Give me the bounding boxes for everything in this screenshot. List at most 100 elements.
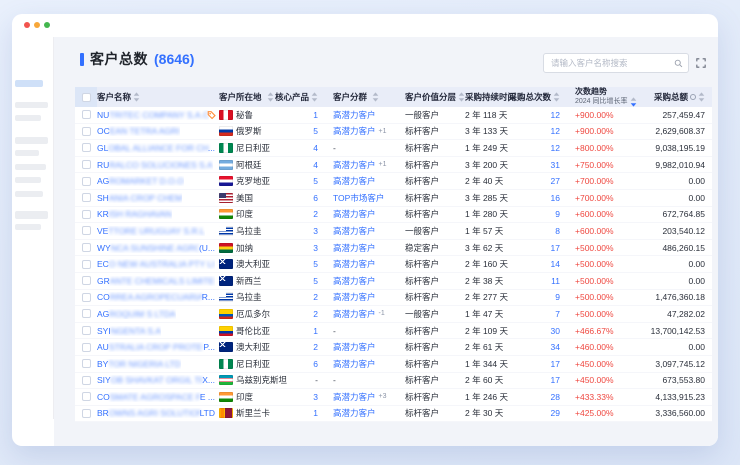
row-checkbox[interactable] (82, 243, 91, 252)
purchase-count-link[interactable]: 16 (551, 193, 560, 203)
sort-icon[interactable] (630, 97, 637, 107)
segment-link[interactable]: 高潜力客户 (333, 125, 376, 137)
row-checkbox[interactable] (82, 193, 91, 202)
core-products-link[interactable]: 3 (313, 392, 318, 402)
row-checkbox[interactable] (82, 260, 91, 269)
core-products-link[interactable]: 5 (313, 259, 318, 269)
sidebar-item[interactable] (15, 177, 41, 183)
customer-name-link[interactable]: ECO NEW AUSTRALIA PTY LIMITED (97, 259, 215, 269)
customer-name-link[interactable]: GLOBAL ALLIANCE FOR CHEMICA... (97, 143, 215, 153)
purchase-count-link[interactable]: 17 (551, 359, 560, 369)
customer-name-link[interactable]: KRISH RAGHAVAN (97, 209, 172, 219)
row-checkbox[interactable] (82, 376, 91, 385)
sidebar-item[interactable] (15, 150, 39, 156)
customer-name-link[interactable]: AUSTRALIA CROP PROTECTION P... (97, 342, 215, 352)
sort-icon[interactable] (553, 92, 560, 102)
segment-link[interactable]: 高潜力客户 (333, 258, 376, 270)
core-products-link[interactable]: 5 (313, 176, 318, 186)
row-checkbox[interactable] (82, 210, 91, 219)
segment-link[interactable]: 高潜力客户 (333, 341, 376, 353)
segment-link[interactable]: 高潜力客户 (333, 308, 376, 320)
row-checkbox[interactable] (82, 359, 91, 368)
customer-name-link[interactable]: BYTOR NIGERIA LTD (97, 359, 181, 369)
customer-name-link[interactable]: VETTORE URUGUAY S.R.L (97, 226, 205, 236)
customer-name-link[interactable]: GRANTE CHEMICALS LIMITED (97, 276, 215, 286)
column-header-count[interactable]: 采购总次数 (518, 87, 566, 107)
row-checkbox[interactable] (82, 343, 91, 352)
tag-icon[interactable] (207, 110, 216, 119)
core-products-link[interactable]: 4 (313, 160, 318, 170)
segment-link[interactable]: 高潜力客户 (333, 175, 376, 187)
purchase-count-link[interactable]: 29 (551, 408, 560, 418)
core-products-link[interactable]: 2 (313, 292, 318, 302)
purchase-count-link[interactable]: 28 (551, 392, 560, 402)
column-header-trend[interactable]: 次数趋势2024 同比增长率 (566, 87, 638, 107)
customer-name-link[interactable]: NUTRITEC COMPANY S.A.C (97, 110, 209, 120)
core-products-link[interactable]: 2 (313, 342, 318, 352)
purchase-count-link[interactable]: 17 (551, 243, 560, 253)
segment-link[interactable]: 高潜力客户 (333, 242, 376, 254)
customer-name-link[interactable]: SHANIA CROP CHEM (97, 193, 182, 203)
customer-name-link[interactable]: OCEAN TETRA AGRI (97, 126, 180, 136)
fullscreen-icon[interactable] (696, 58, 706, 68)
segment-link[interactable]: 高潜力客户 (333, 407, 376, 419)
customer-name-link[interactable]: AGROMARKET D.O.O (97, 176, 184, 186)
purchase-count-link[interactable]: 17 (551, 375, 560, 385)
core-products-link[interactable]: 6 (313, 359, 318, 369)
customer-name-link[interactable]: CORREA AGROPECUARIA ALIANZ R... (97, 292, 215, 302)
customer-name-link[interactable]: SIYOB SHAVKAT ORGIL TERMIZIY X... (97, 375, 215, 385)
search-icon[interactable] (674, 59, 683, 68)
core-products-link[interactable]: 4 (313, 143, 318, 153)
segment-link[interactable]: 高潜力客户 (333, 159, 376, 171)
row-checkbox[interactable] (82, 143, 91, 152)
core-products-link[interactable]: 3 (313, 226, 318, 236)
purchase-count-link[interactable]: 12 (551, 126, 560, 136)
core-products-link[interactable]: 3 (313, 243, 318, 253)
sidebar-item[interactable] (15, 164, 46, 170)
sidebar-item[interactable] (15, 191, 43, 197)
segment-link[interactable]: 高潜力客户 (333, 225, 376, 237)
sidebar-item-active[interactable] (15, 80, 43, 87)
sort-icon[interactable] (267, 92, 274, 102)
sort-icon[interactable] (372, 92, 379, 102)
core-products-link[interactable]: 1 (313, 326, 318, 336)
row-checkbox[interactable] (82, 177, 91, 186)
column-header-core[interactable]: 核心产品 (290, 87, 330, 107)
customer-name-link[interactable]: SYINGENTA S.A (97, 326, 161, 336)
purchase-count-link[interactable]: 7 (555, 309, 560, 319)
row-checkbox[interactable] (82, 409, 91, 418)
segment-link[interactable]: 高潜力客户 (333, 109, 376, 121)
core-products-link[interactable]: 6 (313, 193, 318, 203)
purchase-count-link[interactable]: 12 (551, 110, 560, 120)
row-checkbox[interactable] (82, 110, 91, 119)
purchase-count-link[interactable]: 8 (555, 226, 560, 236)
sidebar-item[interactable] (15, 115, 41, 121)
segment-link[interactable]: 高潜力客户 (333, 291, 376, 303)
purchase-count-link[interactable]: 12 (551, 143, 560, 153)
purchase-count-link[interactable]: 27 (551, 176, 560, 186)
purchase-count-link[interactable]: 9 (555, 209, 560, 219)
core-products-link[interactable]: 1 (313, 408, 318, 418)
core-products-link[interactable]: 1 (313, 110, 318, 120)
customer-name-link[interactable]: RURALCO SOLUCIONES S.A (97, 160, 213, 170)
core-products-link[interactable]: 2 (313, 209, 318, 219)
search-box[interactable] (543, 53, 689, 73)
purchase-count-link[interactable]: 34 (551, 342, 560, 352)
segment-link[interactable]: 高潜力客户 (333, 358, 376, 370)
sidebar-item[interactable] (15, 224, 41, 230)
maximize-window-icon[interactable] (44, 22, 50, 28)
segment-link[interactable]: 高潜力客户 (333, 208, 376, 220)
row-checkbox[interactable] (82, 226, 91, 235)
row-checkbox[interactable] (82, 293, 91, 302)
column-header-name[interactable]: 客户名称 (97, 87, 218, 107)
customer-name-link[interactable]: COSMATE AGROSPACE PROJECTS E ... (97, 392, 215, 402)
row-checkbox[interactable] (82, 160, 91, 169)
sort-icon[interactable] (133, 92, 140, 102)
segment-link[interactable]: 高潜力客户 (333, 275, 376, 287)
customer-name-link[interactable]: AGROQUIM S LTDA (97, 309, 176, 319)
info-icon[interactable] (690, 94, 696, 100)
sidebar-item[interactable] (15, 102, 48, 108)
segment-link[interactable]: 高潜力客户 (333, 391, 376, 403)
sort-icon[interactable] (311, 92, 318, 102)
select-all-checkbox[interactable] (82, 93, 91, 102)
